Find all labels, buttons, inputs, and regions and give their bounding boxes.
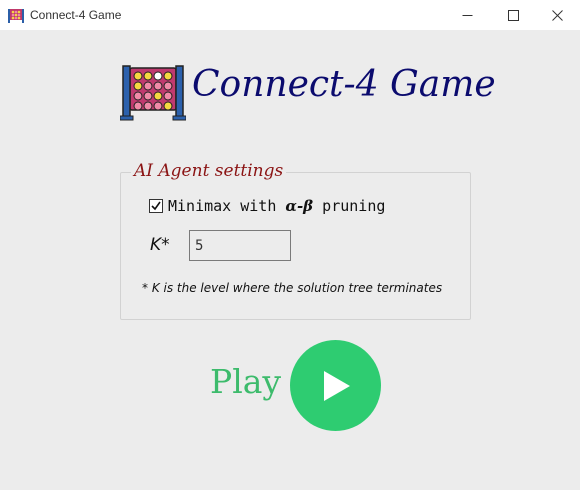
minimax-label-prefix: Minimax with bbox=[168, 197, 286, 215]
play-label: Play bbox=[210, 362, 282, 401]
minimize-icon bbox=[462, 14, 472, 16]
alpha-beta-symbol: α-β bbox=[285, 197, 314, 215]
connect-four-logo-icon bbox=[120, 65, 186, 121]
minimax-label[interactable]: Minimax with α-β pruning bbox=[168, 197, 385, 215]
window-title: Connect-4 Game bbox=[30, 8, 122, 22]
minimax-checkbox[interactable] bbox=[149, 199, 163, 213]
checkmark-icon bbox=[151, 201, 161, 211]
minimize-button[interactable] bbox=[444, 0, 490, 30]
k-footnote: * K is the level where the solution tree… bbox=[142, 281, 443, 295]
k-level-input[interactable] bbox=[189, 230, 291, 261]
play-icon bbox=[323, 370, 350, 401]
app-icon bbox=[8, 9, 24, 23]
minimax-label-suffix: pruning bbox=[313, 197, 386, 215]
close-icon bbox=[551, 9, 563, 21]
ai-settings-group bbox=[120, 172, 471, 320]
maximize-icon bbox=[507, 9, 519, 21]
maximize-button[interactable] bbox=[490, 0, 536, 30]
ai-settings-legend: AI Agent settings bbox=[131, 161, 287, 181]
k-label: K* bbox=[150, 235, 170, 255]
title-bar: Connect-4 Game bbox=[0, 0, 580, 30]
close-button[interactable] bbox=[534, 0, 580, 30]
app-heading: Connect-4 Game bbox=[192, 64, 496, 105]
play-button[interactable] bbox=[290, 340, 381, 431]
